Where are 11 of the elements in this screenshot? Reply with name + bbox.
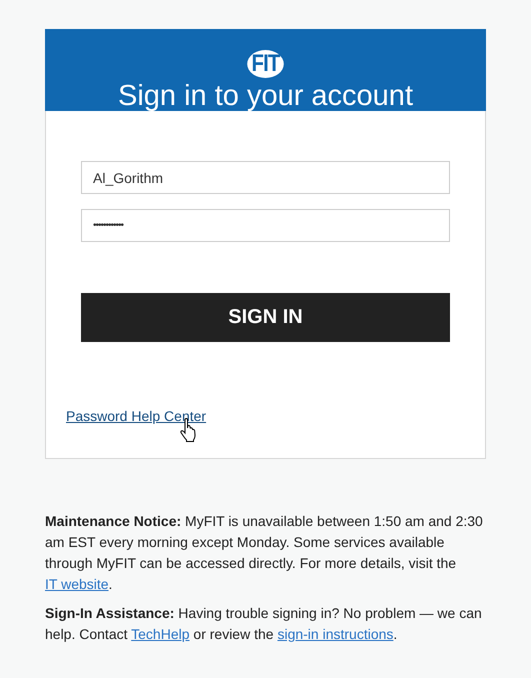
password-help-link[interactable]: Password Help Center bbox=[66, 408, 206, 424]
notice-link[interactable]: TechHelp bbox=[131, 626, 190, 642]
notice-paragraph: Maintenance Notice: MyFIT is unavailable between 1:50 am and 2:30 am EST every morning except Monday. Some services available through MyFIT can be accessed directly. For more details, visit the IT website. bbox=[45, 512, 484, 594]
notice-paragraph: Sign-In Assistance: Having trouble signing in? No problem — we can help. Contact TechHelp or review the sign-in instructions. bbox=[45, 604, 483, 644]
username-field[interactable]: Al_Gorithm bbox=[81, 161, 450, 194]
logo: FIT bbox=[247, 50, 284, 78]
page-title: Sign in to your account bbox=[118, 79, 413, 113]
sign-in-button[interactable]: SIGN IN bbox=[81, 293, 450, 342]
notice-link[interactable]: sign-in instructions bbox=[277, 626, 394, 642]
notice-link[interactable]: IT website bbox=[45, 576, 109, 592]
password-field[interactable]: •••••••••••• bbox=[81, 209, 450, 242]
